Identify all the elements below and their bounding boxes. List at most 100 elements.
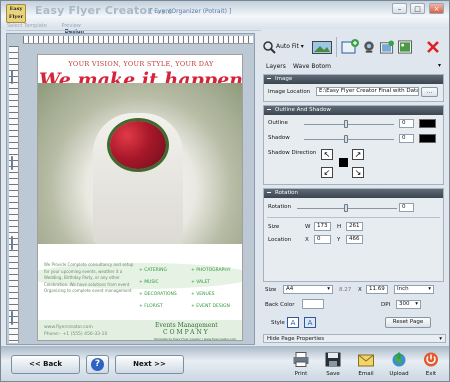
flyer-company: Events Management COMPANY: [155, 322, 218, 336]
company-line2: COMPANY: [162, 329, 210, 336]
y-field[interactable]: 466: [346, 235, 363, 244]
print-label: Print: [294, 371, 308, 377]
exit-label: Exit: [425, 371, 437, 377]
outline-color-swatch[interactable]: [419, 119, 436, 128]
upload-button[interactable]: Upload: [386, 352, 412, 377]
outline-shadow-section: Outline And Shadow Outline 0 Shadow 0 Sh…: [263, 105, 444, 185]
unit-value: Inch: [397, 286, 409, 292]
printer-icon: [293, 352, 309, 367]
height-field[interactable]: 261: [346, 222, 363, 231]
shadow-slider-track[interactable]: [304, 139, 394, 140]
flyer-page[interactable]: YOUR VISION, YOUR STYLE, YOUR DAY We mak…: [37, 54, 243, 341]
flyer-photo[interactable]: [38, 83, 242, 289]
rotation-value[interactable]: 0: [399, 203, 414, 212]
maximize-button[interactable]: □: [410, 3, 425, 14]
company-line1: Events Management: [155, 322, 218, 329]
back-button[interactable]: << Back: [11, 355, 80, 374]
picture-frame-icon[interactable]: [397, 39, 413, 55]
toolbar: Auto Fit ▾: [261, 33, 448, 61]
flyer-phone: Phone:- +1 (555) 456-33-10: [44, 332, 108, 337]
chevron-down-icon: ▾: [428, 286, 431, 292]
outline-slider-thumb[interactable]: [344, 120, 348, 128]
image-section-header[interactable]: Image: [264, 75, 443, 84]
service-item: + DECORATIONS: [139, 292, 177, 297]
help-icon: ?: [91, 358, 104, 371]
help-button[interactable]: ?: [86, 355, 109, 374]
arrow-down-left-icon[interactable]: ↙: [321, 167, 333, 178]
flyer-services-list[interactable]: + CATERING + PHOTOGRAPHY + MUSIC + VALET…: [139, 268, 242, 309]
camera-icon[interactable]: [361, 39, 377, 55]
delete-icon[interactable]: [425, 39, 441, 55]
service-item: + VENUES: [191, 292, 215, 297]
rotation-divider: [267, 217, 440, 218]
width-label: W: [305, 224, 311, 230]
shadow-direction-center: [339, 158, 348, 167]
print-button[interactable]: Print: [288, 352, 314, 377]
shadow-label: Shadow: [268, 135, 290, 141]
step-select-template[interactable]: Select Template: [7, 23, 47, 29]
shadow-direction-label: Shadow Direction: [268, 150, 317, 156]
rotation-section-header[interactable]: Rotation: [264, 189, 443, 198]
flyer-intro-text[interactable]: We Provide Complete consultancy and setu…: [44, 262, 138, 295]
save-button[interactable]: Save: [320, 352, 346, 377]
document-name: [ EventOrganizer (Potrait) ]: [150, 8, 232, 15]
shadow-color-swatch[interactable]: [419, 134, 436, 143]
service-item: + PHOTOGRAPHY: [191, 268, 231, 273]
size-label: Size: [268, 224, 280, 230]
image-location-label: Image Location: [268, 89, 311, 95]
browse-button[interactable]: ...: [421, 87, 438, 97]
arrow-down-right-icon[interactable]: ↘: [352, 167, 364, 178]
back-color-label: Back Color: [265, 302, 295, 308]
auto-fit-dropdown[interactable]: Auto Fit ▾: [276, 43, 304, 50]
style-label: Style: [271, 320, 285, 326]
flyer-tagline[interactable]: YOUR VISION, YOUR STYLE, YOUR DAY: [38, 60, 242, 68]
outline-section-header[interactable]: Outline And Shadow: [264, 106, 443, 115]
rotation-slider-thumb[interactable]: [344, 204, 348, 212]
width-field[interactable]: 173: [314, 222, 331, 231]
flyer-credit: Template by Easy Flyer Creator | www.fly…: [154, 337, 237, 341]
hide-page-properties[interactable]: Hide Page Properties ▾: [263, 334, 446, 343]
insert-image-icon[interactable]: [311, 39, 333, 55]
hide-properties-label: Hide Page Properties: [267, 336, 325, 342]
dpi-select[interactable]: 300 ▾: [396, 300, 421, 309]
outline-value[interactable]: 0: [399, 119, 414, 128]
toolbar-separator: [336, 37, 337, 57]
page-height-field[interactable]: 11.69: [366, 285, 388, 294]
page-size-label: Size: [265, 287, 277, 293]
arrow-up-right-icon[interactable]: ↗: [352, 149, 364, 160]
reset-page-button[interactable]: Reset Page: [385, 317, 431, 328]
shadow-value[interactable]: 0: [399, 134, 414, 143]
next-button[interactable]: Next >>: [115, 355, 184, 374]
y-label: Y: [337, 237, 341, 243]
portrait-style-icon[interactable]: A: [287, 317, 299, 328]
dpi-label: DPI: [381, 302, 391, 308]
flyer-footer[interactable]: www.flyercreator.com Phone:- +1 (555) 45…: [38, 320, 242, 341]
add-layer-icon[interactable]: [379, 39, 395, 55]
landscape-style-icon[interactable]: A: [304, 317, 316, 328]
shadow-slider-thumb[interactable]: [344, 135, 348, 143]
minimize-button[interactable]: –: [392, 3, 407, 14]
arrow-up-left-icon[interactable]: ↖: [321, 149, 333, 160]
back-color-swatch[interactable]: [302, 299, 324, 309]
close-window-button[interactable]: ×: [429, 3, 444, 14]
zoom-icon[interactable]: [261, 39, 277, 55]
app-window: Easy Flyer Easy Flyer Creator v3.0 [ Even…: [0, 0, 450, 382]
service-item: + VALET: [191, 280, 211, 285]
unit-select[interactable]: Inch ▾: [394, 285, 434, 294]
x-label: X: [305, 237, 309, 243]
outline-slider-track[interactable]: [304, 124, 394, 125]
exit-button[interactable]: Exit: [418, 352, 444, 377]
page-size-select[interactable]: A4 ▾: [283, 285, 333, 294]
layers-selector[interactable]: Layers Wave Botom ▾: [263, 62, 444, 71]
email-button[interactable]: Email: [353, 352, 379, 377]
bouquet-image: [110, 121, 166, 169]
design-canvas: YOUR VISION, YOUR STYLE, YOUR DAY We mak…: [6, 33, 255, 345]
floppy-icon: [325, 352, 341, 367]
x-field[interactable]: 0: [314, 235, 331, 244]
power-icon: [424, 352, 438, 367]
chevron-down-icon: ▾: [327, 286, 330, 292]
horizontal-ruler: [23, 36, 253, 44]
image-location-field[interactable]: E:\Easy Flyer Creator Final with Data\: [316, 87, 419, 96]
rotation-label: Rotation: [268, 204, 292, 210]
add-shape-icon[interactable]: [340, 39, 360, 55]
